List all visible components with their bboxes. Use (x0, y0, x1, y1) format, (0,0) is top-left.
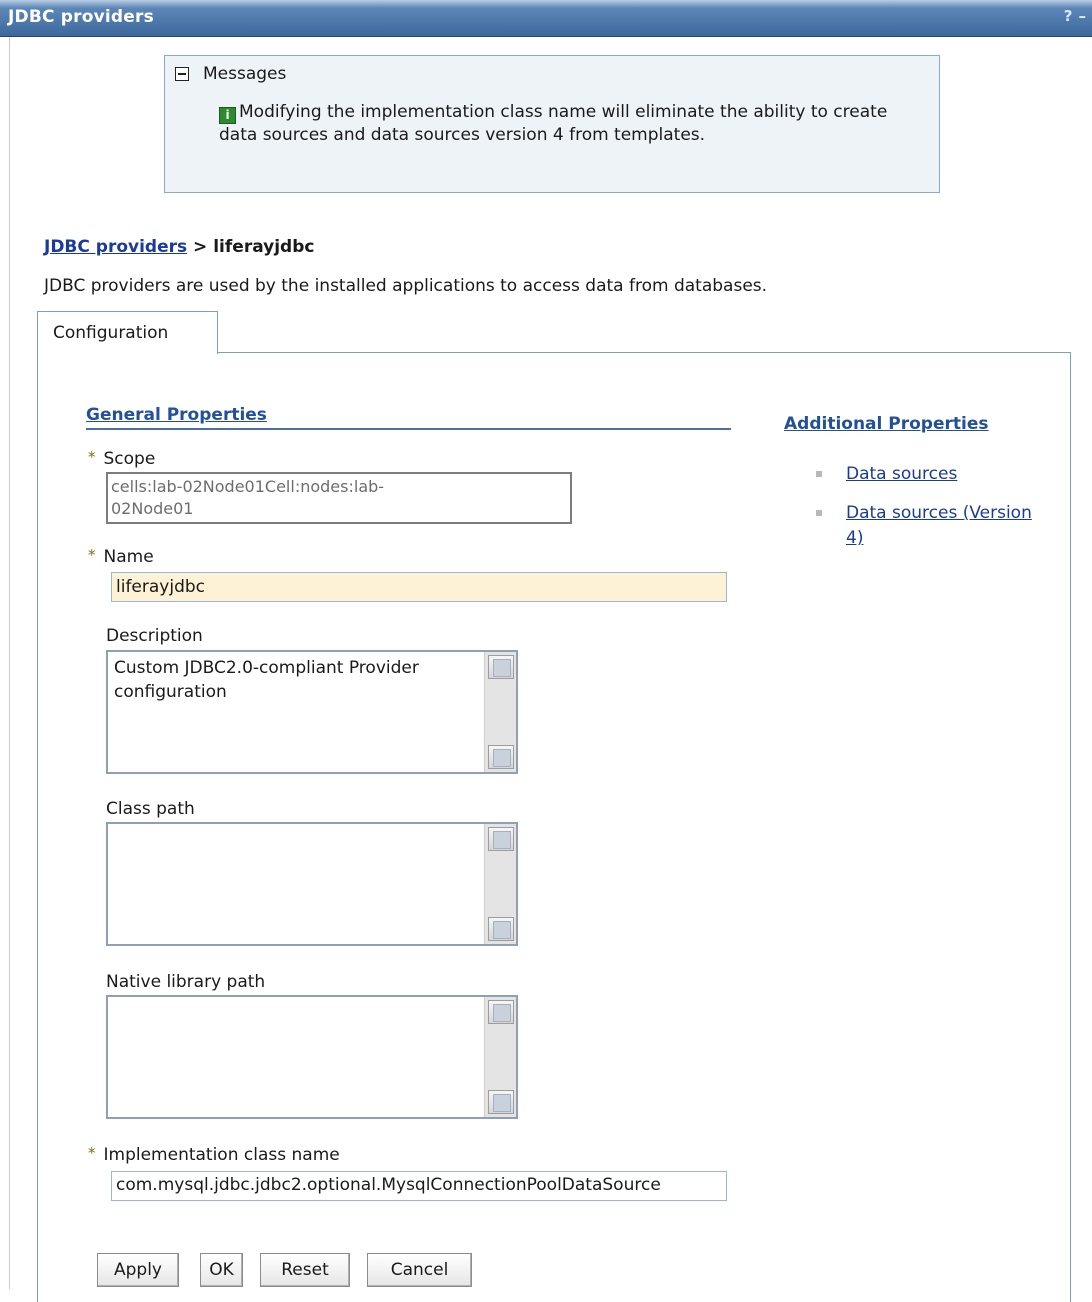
data-sources-version4-link[interactable]: Data sources (Version 4) (846, 503, 1032, 548)
description-value: Custom JDBC2.0-compliant Provider config… (114, 658, 419, 702)
minimize-icon[interactable]: – (1079, 7, 1087, 25)
window-title: JDBC providers (8, 7, 154, 27)
scope-label-row: * Scope (88, 448, 156, 469)
window-titlebar: JDBC providers ? – (0, 0, 1092, 37)
tab-label: Configuration (53, 323, 169, 343)
implementation-class-label: Implementation class name (103, 1145, 340, 1165)
description-label: Description (106, 626, 203, 646)
bullet-icon (816, 510, 822, 516)
list-item: Data sources (816, 462, 1036, 487)
breadcrumb-current: liferayjdbc (213, 237, 315, 257)
required-icon: * (88, 546, 96, 564)
scroll-up-icon[interactable] (488, 827, 514, 851)
description-scrollbar[interactable] (484, 652, 516, 772)
native-library-path-textarea[interactable] (106, 995, 518, 1119)
class-path-scrollbar[interactable] (484, 824, 516, 944)
bullet-icon (816, 471, 822, 477)
collapse-icon[interactable] (175, 67, 189, 81)
scroll-up-icon[interactable] (488, 655, 514, 679)
messages-header-label: Messages (203, 64, 287, 84)
class-path-textarea[interactable] (106, 822, 518, 946)
apply-button[interactable]: Apply (97, 1253, 179, 1287)
titlebar-controls: ? – (1058, 7, 1086, 25)
native-library-path-scrollbar[interactable] (484, 997, 516, 1117)
cancel-button[interactable]: Cancel (367, 1253, 472, 1287)
messages-header[interactable]: Messages (175, 64, 286, 84)
general-properties-title: General Properties (86, 405, 267, 425)
ok-button[interactable]: OK (200, 1253, 243, 1287)
native-library-path-label: Native library path (106, 972, 266, 992)
scroll-down-icon[interactable] (488, 917, 514, 941)
left-divider (9, 37, 10, 1289)
implementation-class-label-row: * Implementation class name (88, 1144, 340, 1165)
tab-configuration[interactable]: Configuration (37, 311, 218, 354)
required-icon: * (88, 448, 96, 466)
scope-field: cells:lab-02Node01Cell:nodes:lab- 02Node… (106, 472, 572, 524)
info-icon: i (219, 107, 236, 124)
additional-properties-title: Additional Properties (784, 414, 989, 434)
message-item: i Modifying the implementation class name… (219, 101, 919, 147)
reset-button[interactable]: Reset (260, 1253, 350, 1287)
name-label: Name (103, 547, 154, 567)
name-input[interactable] (111, 572, 727, 602)
message-text: Modifying the implementation class name … (219, 102, 888, 145)
scroll-up-icon[interactable] (488, 1000, 514, 1024)
breadcrumb-link-jdbc-providers[interactable]: JDBC providers (44, 237, 187, 257)
implementation-class-input[interactable]: com.mysql.jdbc.jdbc2.optional.MysqlConne… (111, 1171, 727, 1201)
scope-value-line2: 02Node01 (111, 499, 194, 518)
scope-value-line1: cells:lab-02Node01Cell:nodes:lab- (111, 477, 385, 496)
additional-properties-list: Data sources Data sources (Version 4) (816, 462, 1036, 565)
required-icon: * (88, 1144, 96, 1162)
page-description: JDBC providers are used by the installed… (44, 276, 768, 296)
scroll-down-icon[interactable] (488, 745, 514, 769)
data-sources-link[interactable]: Data sources (846, 464, 957, 484)
class-path-label: Class path (106, 799, 195, 819)
breadcrumb: JDBC providers > liferayjdbc (44, 237, 314, 257)
description-textarea[interactable]: Custom JDBC2.0-compliant Provider config… (106, 650, 518, 774)
name-label-row: * Name (88, 546, 154, 567)
messages-box: Messages i Modifying the implementation c… (164, 55, 940, 193)
scope-label: Scope (103, 449, 156, 469)
list-item: Data sources (Version 4) (816, 501, 1036, 551)
help-icon[interactable]: ? (1064, 7, 1073, 25)
breadcrumb-separator: > (187, 237, 214, 257)
scroll-down-icon[interactable] (488, 1090, 514, 1114)
general-properties-rule (86, 428, 731, 430)
